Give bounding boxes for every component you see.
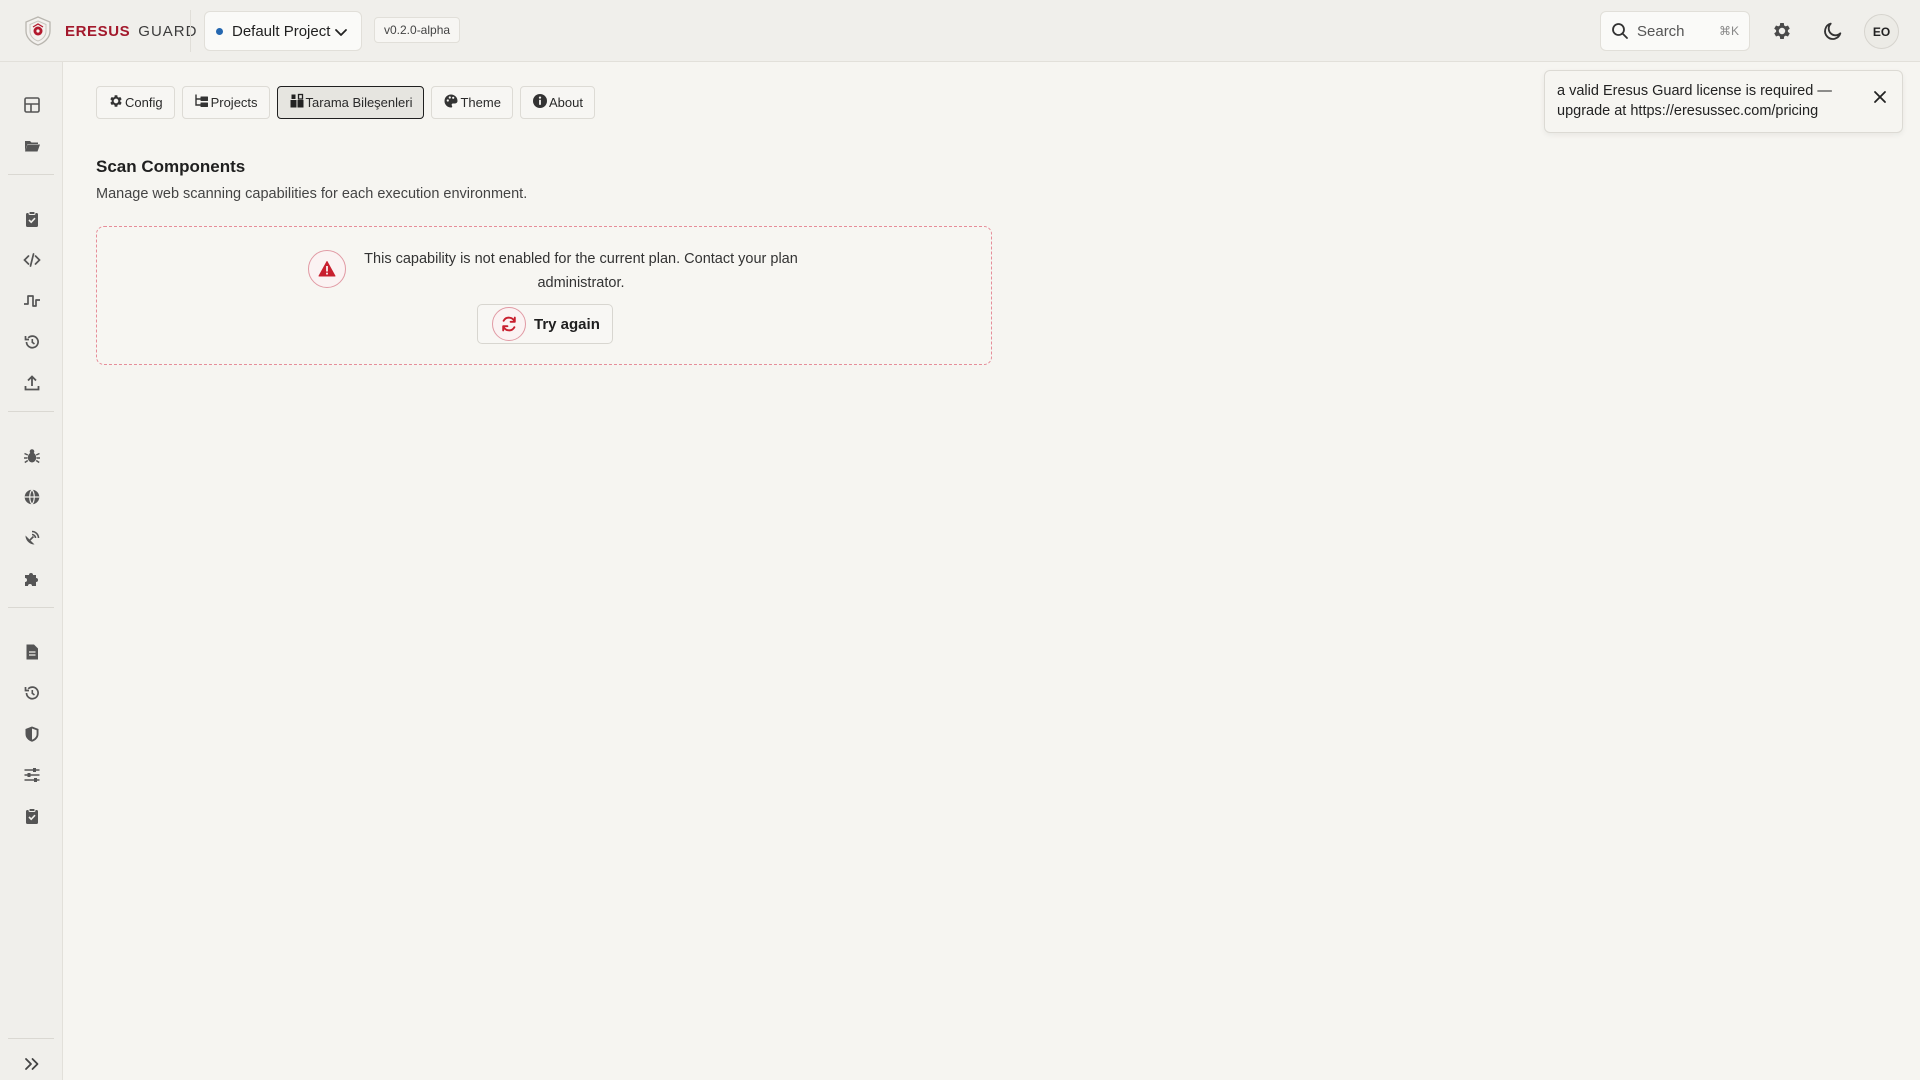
- sidebar-item-recon[interactable]: [20, 526, 44, 550]
- puzzle-icon: [25, 573, 38, 586]
- sidebar-item-security[interactable]: [20, 722, 44, 746]
- project-selector[interactable]: Default Project: [204, 11, 362, 51]
- tab-config[interactable]: Config: [96, 86, 175, 119]
- sidebar-divider: [8, 174, 54, 175]
- close-icon: [1874, 91, 1886, 103]
- code-icon: [23, 253, 41, 267]
- retry-icon-badge: [492, 307, 526, 341]
- folder-open-icon: [24, 141, 40, 152]
- sidebar-item-vulnerabilities[interactable]: [20, 444, 44, 468]
- folder-tree-icon: [194, 94, 208, 107]
- page-subtitle: Manage web scanning capabilities for eac…: [96, 186, 528, 202]
- sidebar-divider: [8, 411, 54, 412]
- sidebar: [0, 62, 63, 1080]
- sidebar-expand-button[interactable]: [20, 1052, 44, 1076]
- sidebar-item-traffic[interactable]: [20, 289, 44, 313]
- warning-badge: [308, 250, 346, 288]
- sidebar-item-upload[interactable]: [20, 371, 44, 395]
- sidebar-item-history[interactable]: [20, 330, 44, 354]
- license-toast: a valid Eresus Guard license is required…: [1544, 70, 1903, 133]
- project-status-dot: [216, 27, 223, 35]
- tab-label: Config: [125, 95, 163, 110]
- search-icon: [1612, 23, 1628, 39]
- sidebar-divider: [8, 607, 54, 608]
- version-badge: v0.2.0-alpha: [374, 17, 461, 43]
- brand-name: ERESUS: [65, 22, 131, 40]
- sidebar-item-reports[interactable]: [20, 640, 44, 664]
- cubes-icon: [290, 93, 304, 107]
- search-input[interactable]: Search ⌘K: [1600, 11, 1750, 51]
- error-message: This capability is not enabled for the c…: [364, 251, 798, 291]
- top-bar: ERESUS GUARD Default Project v0.2.0-alph…: [0, 0, 1920, 62]
- plan-error-card: This capability is not enabled for the c…: [96, 226, 992, 365]
- toast-close-button[interactable]: [1870, 87, 1890, 107]
- tab-projects[interactable]: Projects: [181, 86, 270, 119]
- bug-icon: [24, 449, 40, 464]
- try-again-button[interactable]: Try again: [477, 304, 613, 344]
- expand-icon: [25, 1058, 39, 1070]
- brand[interactable]: ERESUS GUARD: [24, 16, 197, 46]
- palette-icon: [444, 94, 458, 107]
- sidebar-divider: [8, 1038, 54, 1039]
- gear-icon: [110, 94, 122, 107]
- page-title: Scan Components: [96, 157, 246, 176]
- sidebar-item-audit[interactable]: [20, 207, 44, 231]
- sidebar-item-activity[interactable]: [20, 681, 44, 705]
- satellite-dish-icon: [25, 530, 40, 545]
- tab-label: Tarama Bileşenleri: [305, 95, 413, 110]
- tab-scan-components[interactable]: Tarama Bileşenleri: [276, 86, 425, 119]
- sidebar-item-web[interactable]: [20, 485, 44, 509]
- search-placeholder: Search: [1637, 22, 1685, 40]
- info-icon: [532, 93, 547, 108]
- upload-icon: [24, 375, 40, 391]
- settings-tabs: Config Projects Tarama Bileşenleri Theme…: [96, 86, 602, 119]
- search-shortcut: ⌘K: [1718, 24, 1739, 38]
- brand-suffix: GUARD: [138, 22, 198, 40]
- divider: [190, 10, 191, 52]
- tab-theme[interactable]: Theme: [431, 86, 513, 119]
- sidebar-item-code[interactable]: [20, 248, 44, 272]
- tab-label: About: [548, 95, 583, 110]
- sidebar-item-preferences[interactable]: [20, 763, 44, 787]
- clipboard-check-icon: [26, 808, 38, 824]
- warning-triangle-icon: [318, 261, 336, 277]
- shield-icon: [25, 726, 39, 742]
- theme-toggle-button[interactable]: [1818, 16, 1848, 46]
- sidebar-item-projects[interactable]: [20, 134, 44, 158]
- toast-message: a valid Eresus Guard license is required…: [1557, 83, 1832, 119]
- user-avatar[interactable]: EO: [1864, 14, 1899, 49]
- tab-about[interactable]: About: [519, 86, 595, 119]
- gear-icon: [1774, 23, 1790, 39]
- sliders-icon: [24, 768, 40, 782]
- refresh-icon: [502, 316, 516, 332]
- try-again-label: Try again: [534, 315, 600, 333]
- sidebar-item-dashboard[interactable]: [20, 93, 44, 117]
- moon-icon: [1824, 22, 1842, 40]
- sidebar-item-plugins[interactable]: [20, 567, 44, 591]
- sidebar-item-compliance[interactable]: [20, 804, 44, 828]
- history-icon: [24, 335, 39, 349]
- tab-label: Theme: [460, 95, 501, 110]
- chevron-down-icon: [335, 29, 347, 36]
- history-icon: [24, 686, 39, 700]
- clipboard-check-icon: [26, 211, 38, 227]
- globe-icon: [24, 489, 40, 505]
- shield-logo-icon: [25, 16, 51, 46]
- dashboard-icon: [24, 97, 40, 113]
- settings-button[interactable]: [1767, 16, 1797, 46]
- waveform-icon: [24, 295, 40, 307]
- project-name: Default Project: [232, 22, 331, 40]
- file-icon: [26, 644, 38, 660]
- tab-label: Projects: [210, 95, 258, 110]
